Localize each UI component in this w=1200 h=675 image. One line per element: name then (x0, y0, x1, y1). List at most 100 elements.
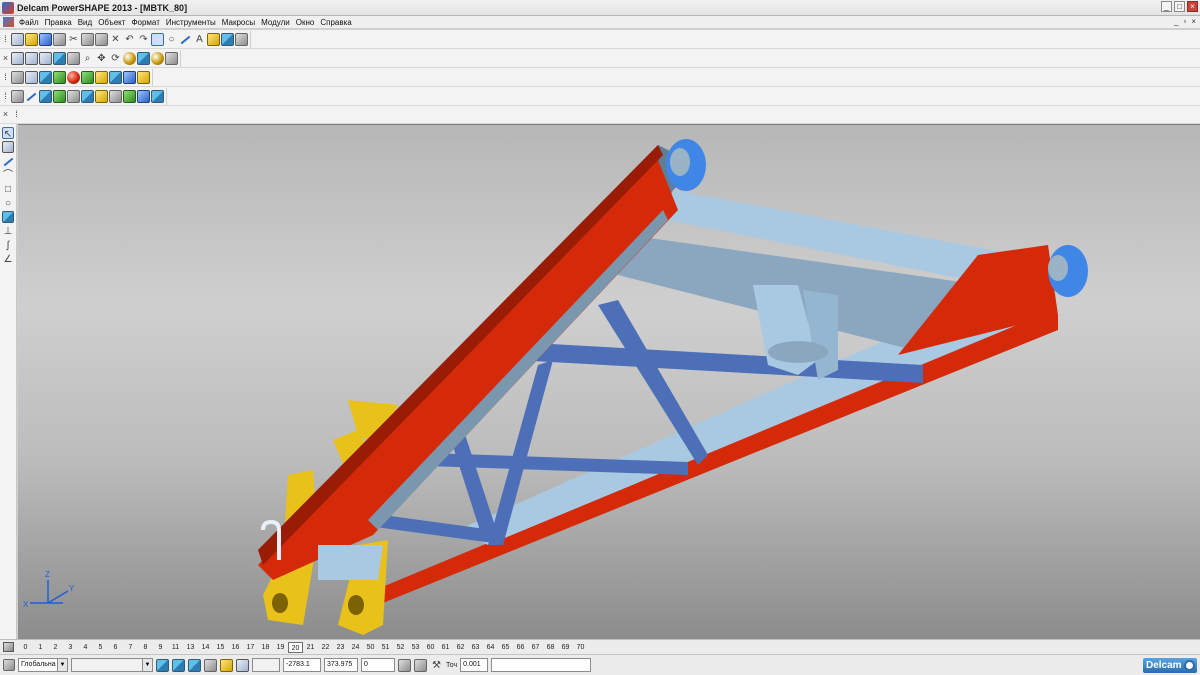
view-cube-icon[interactable] (53, 51, 66, 65)
zoom-in-icon[interactable] (67, 51, 80, 65)
x-coordinate-field[interactable]: -2783.1 (283, 658, 321, 672)
level-6[interactable]: 6 (108, 642, 123, 653)
arc-icon[interactable]: ⌒ (2, 169, 14, 181)
level-17[interactable]: 17 (243, 642, 258, 653)
level-61[interactable]: 61 (438, 642, 453, 653)
split-icon[interactable] (81, 89, 94, 103)
snap-object-icon[interactable] (204, 658, 217, 672)
chevron-down-icon[interactable]: ▼ (58, 658, 68, 672)
print-icon[interactable] (53, 32, 66, 46)
level-66[interactable]: 66 (513, 642, 528, 653)
cube-icon[interactable] (221, 32, 234, 46)
revolve-icon[interactable] (95, 70, 108, 84)
circle-icon[interactable]: ○ (165, 33, 178, 46)
paste-icon[interactable] (95, 32, 108, 46)
draft-icon[interactable] (151, 89, 164, 103)
shaded-icon[interactable] (123, 51, 136, 65)
cut-icon[interactable]: ✂ (67, 33, 80, 46)
surface-icon[interactable] (11, 89, 24, 103)
levels-icon[interactable] (3, 642, 14, 652)
maximize-button[interactable]: □ (1174, 1, 1185, 12)
toolbar-grip[interactable]: ⁞ (13, 107, 20, 122)
mdi-close-button[interactable]: × (1191, 17, 1196, 26)
menu-file[interactable]: Файл (16, 18, 42, 27)
menu-tools[interactable]: Инструменты (163, 18, 219, 27)
snap-icon[interactable] (156, 658, 169, 672)
coord-system-select[interactable]: Глобальна ▼ (18, 658, 68, 672)
blend-icon[interactable] (39, 89, 52, 103)
level-62[interactable]: 62 (453, 642, 468, 653)
undo-icon[interactable]: ↶ (123, 33, 136, 46)
snap-angle-icon[interactable] (220, 658, 233, 672)
toolbar-grip[interactable]: ⁞ (2, 32, 9, 47)
level-60[interactable]: 60 (423, 642, 438, 653)
level-24[interactable]: 24 (348, 642, 363, 653)
level-2[interactable]: 2 (48, 642, 63, 653)
analysis-icon[interactable] (137, 89, 150, 103)
angle-icon[interactable]: ∠ (2, 253, 14, 265)
curve-icon[interactable] (179, 33, 192, 46)
solid-cylinder-icon[interactable] (25, 70, 38, 84)
menu-window[interactable]: Окно (293, 18, 318, 27)
mdi-minimize-button[interactable]: _ (1174, 17, 1178, 26)
thicken-icon[interactable] (67, 89, 80, 103)
snap-point-icon[interactable] (188, 658, 201, 672)
level-11[interactable]: 11 (168, 642, 183, 653)
level-70[interactable]: 70 (573, 642, 588, 653)
menu-modules[interactable]: Модули (258, 18, 293, 27)
wireframe-icon[interactable] (137, 51, 150, 65)
light-icon[interactable] (207, 32, 220, 46)
circle-icon[interactable]: ○ (2, 197, 14, 209)
level-64[interactable]: 64 (483, 642, 498, 653)
level-0[interactable]: 0 (18, 642, 33, 653)
level-21[interactable]: 21 (303, 642, 318, 653)
menu-object[interactable]: Объект (95, 18, 128, 27)
mirror-icon[interactable] (123, 89, 136, 103)
save-icon[interactable] (39, 32, 52, 46)
trim-icon[interactable] (25, 90, 38, 103)
view-iso-icon[interactable] (39, 51, 52, 65)
level-53[interactable]: 53 (408, 642, 423, 653)
zoom-out-icon[interactable]: ⌕ (81, 52, 94, 65)
copy-icon[interactable] (81, 32, 94, 46)
boolean-icon[interactable] (67, 70, 80, 84)
workplane-select[interactable]: ▼ (71, 658, 153, 672)
shell-icon[interactable] (137, 70, 150, 84)
solid-icon[interactable] (2, 211, 14, 223)
mdi-restore-button[interactable]: ▫ (1183, 17, 1186, 26)
menu-view[interactable]: Вид (75, 18, 95, 27)
level-16[interactable]: 16 (228, 642, 243, 653)
level-20[interactable]: 20 (288, 641, 303, 653)
tools-icon[interactable] (235, 32, 248, 46)
chamfer-icon[interactable] (123, 70, 136, 84)
redo-icon[interactable]: ↷ (137, 33, 150, 46)
view-front-icon[interactable] (11, 51, 24, 65)
level-50[interactable]: 50 (363, 642, 378, 653)
level-19[interactable]: 19 (273, 642, 288, 653)
level-69[interactable]: 69 (558, 642, 573, 653)
grid-value[interactable] (252, 658, 280, 672)
grid-icon[interactable] (236, 658, 249, 672)
render-icon[interactable] (151, 51, 164, 65)
open-file-icon[interactable] (25, 32, 38, 46)
z-coordinate-field[interactable]: 0 (361, 658, 395, 672)
new-file-icon[interactable] (11, 32, 24, 46)
level-15[interactable]: 15 (213, 642, 228, 653)
y-coordinate-field[interactable]: 373.975 (324, 658, 358, 672)
level-22[interactable]: 22 (318, 642, 333, 653)
pattern-icon[interactable] (109, 89, 122, 103)
level-1[interactable]: 1 (33, 642, 48, 653)
app-icon[interactable] (2, 1, 14, 14)
feature-icon[interactable] (53, 70, 66, 84)
level-7[interactable]: 7 (123, 642, 138, 653)
level-18[interactable]: 18 (258, 642, 273, 653)
offset-icon[interactable] (53, 89, 66, 103)
curve-icon[interactable]: ∫ (2, 239, 14, 251)
minimize-button[interactable]: _ (1161, 1, 1172, 12)
level-13[interactable]: 13 (183, 642, 198, 653)
select-icon[interactable] (151, 32, 164, 46)
select-arrow-icon[interactable]: ↖ (2, 127, 14, 140)
extrude-icon[interactable] (81, 70, 94, 84)
menu-macros[interactable]: Макросы (219, 18, 258, 27)
level-14[interactable]: 14 (198, 642, 213, 653)
